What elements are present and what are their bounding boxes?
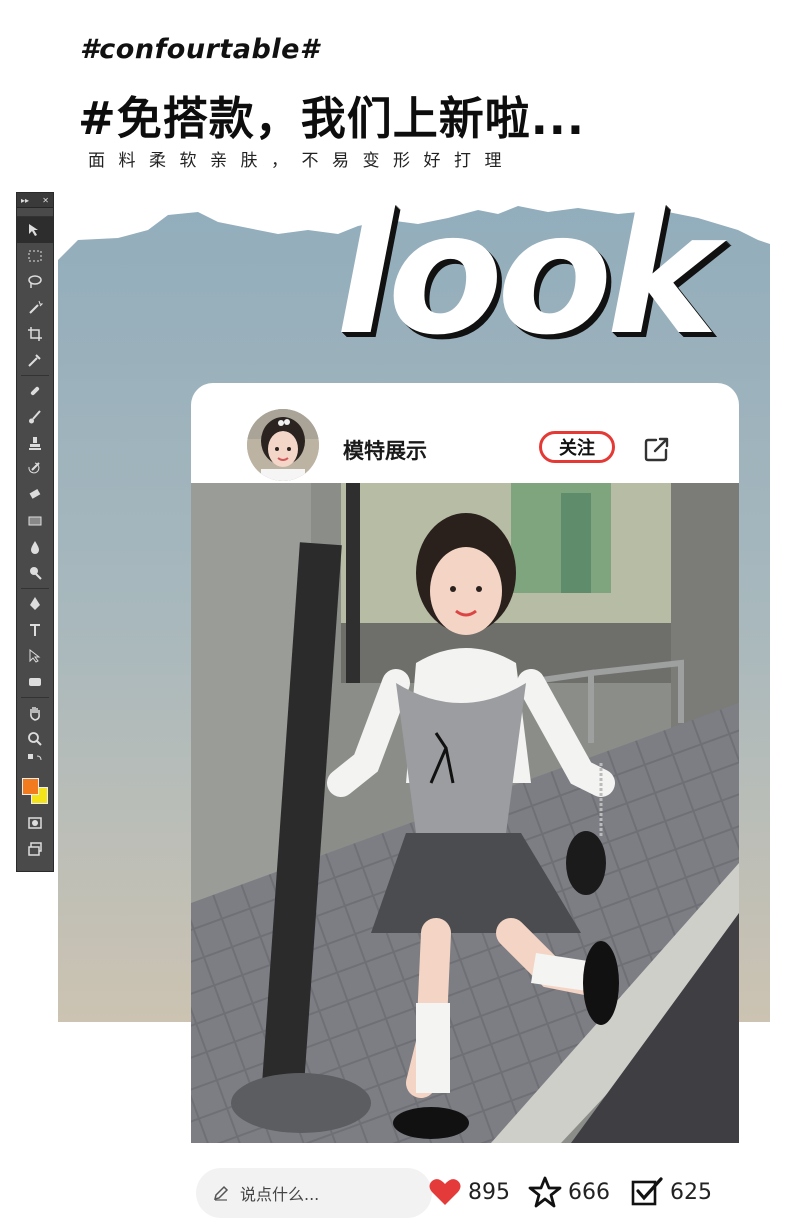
dodge-tool[interactable] [17,560,53,586]
collapse-panel-icon[interactable]: ▸▸ [21,196,29,205]
photo-image [191,483,739,1143]
dodge-icon [30,567,42,580]
move-tool[interactable] [17,217,53,243]
eyedropper-icon [28,354,41,367]
tools-panel-header: ▸▸ ✕ [17,193,53,208]
panel-grip[interactable] [17,208,53,217]
toolbar-divider [21,588,49,589]
checkbox-icon [631,1177,663,1206]
share-count: 625 [670,1179,712,1205]
hashtag-title: #confourtable# [80,34,320,65]
avatar[interactable] [247,409,319,481]
pen-tool[interactable] [17,591,53,617]
history-brush-tool[interactable] [17,456,53,482]
quick-mask-icon [28,817,42,829]
healing-tool[interactable] [17,378,53,404]
follow-button[interactable]: 关注 [539,431,615,463]
avatar-image [247,409,319,481]
eraser-icon [29,489,41,499]
marquee-icon [28,250,42,262]
subline: 面料柔软亲肤，不易变形好打理 [88,151,515,171]
look-title: look [336,176,718,372]
bandage-icon [30,386,40,396]
share-icon[interactable] [643,435,671,463]
blur-tool[interactable] [17,534,53,560]
crop-tool[interactable] [17,321,53,347]
quick-mask-tool[interactable] [17,810,53,836]
lasso-icon [28,275,42,288]
toolbar-divider [21,697,49,698]
swap-colors-tool[interactable] [17,752,53,770]
eyedropper-tool[interactable] [17,347,53,373]
color-swatches[interactable] [17,770,53,810]
heart-icon [429,1179,461,1205]
screen-mode-tool[interactable] [17,836,53,862]
stamp-icon [29,437,41,450]
tools-panel: ▸▸ ✕ [16,192,54,872]
post-header: 模特展示 关注 [191,383,739,485]
headline: #免搭款，我们上新啦... [78,92,585,145]
username[interactable]: 模特展示 [343,435,427,465]
lasso-tool[interactable] [17,269,53,295]
comment-input[interactable]: 说点什么... [196,1168,432,1218]
brush-tool[interactable] [17,404,53,430]
swap-colors-icon [28,754,42,761]
comment-placeholder: 说点什么... [240,1185,320,1204]
share-count-button[interactable]: 625 [630,1176,712,1208]
zoom-tool[interactable] [17,726,53,752]
history-brush-icon [28,462,40,474]
gradient-tool[interactable] [17,508,53,534]
post-card: 模特展示 关注 [191,383,739,1143]
move-icon [29,224,38,236]
crop-icon [28,327,42,341]
marquee-tool[interactable] [17,243,53,269]
magic-wand-tool[interactable] [17,295,53,321]
gradient-icon [28,516,42,526]
favorite-count: 666 [568,1179,610,1205]
type-icon [30,624,40,636]
pencil-icon [213,1185,229,1201]
like-button[interactable]: 895 [428,1176,510,1208]
path-select-tool[interactable] [17,643,53,669]
star-icon [528,1176,562,1208]
pen-icon [30,597,40,610]
favorite-button[interactable]: 666 [528,1176,610,1208]
shape-tool[interactable] [17,669,53,695]
stamp-tool[interactable] [17,430,53,456]
screen-mode-icon [28,842,42,856]
drop-icon [31,541,39,554]
type-tool[interactable] [17,617,53,643]
hand-tool[interactable] [17,700,53,726]
zoom-icon [28,732,42,746]
close-panel-icon[interactable]: ✕ [42,196,49,205]
shape-icon [29,678,41,686]
magic-wand-icon [29,300,43,314]
like-count: 895 [468,1179,510,1205]
hand-icon [30,707,40,721]
post-photo[interactable] [191,483,739,1143]
toolbar-divider [21,375,49,376]
eraser-tool[interactable] [17,482,53,508]
brush-icon [29,410,41,424]
path-select-icon [29,648,41,663]
foreground-color-swatch[interactable] [22,778,39,795]
